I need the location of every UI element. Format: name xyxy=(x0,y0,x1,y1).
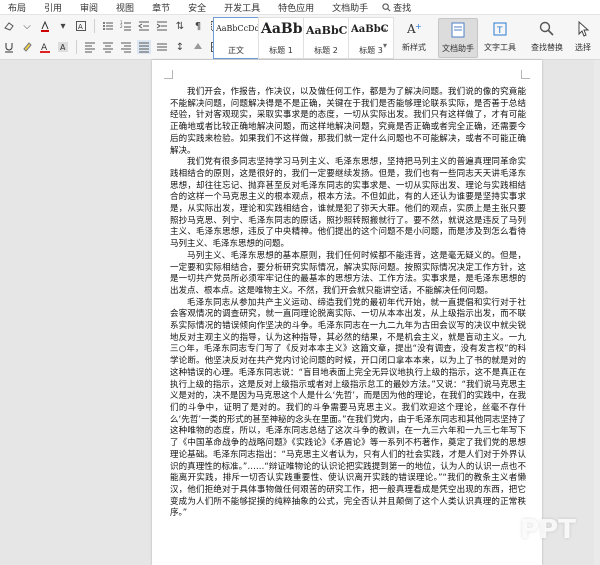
search-icon xyxy=(382,2,391,11)
style-heading-1[interactable]: AaBb 标题 1 xyxy=(258,17,304,59)
select-button[interactable]: 选择 xyxy=(569,18,597,56)
select-cursor-icon xyxy=(572,18,594,40)
shading-icon[interactable] xyxy=(191,40,205,54)
text-tools-button[interactable]: T 文字工具 xyxy=(480,18,520,56)
menu-view[interactable]: 视图 xyxy=(116,1,134,14)
bullet-list-icon[interactable] xyxy=(101,19,115,33)
text-tools-label: 文字工具 xyxy=(484,43,516,52)
char-border-icon[interactable]: A xyxy=(74,19,88,33)
char-shading-icon[interactable]: A xyxy=(56,40,70,54)
style-heading-2[interactable]: AaBbC 标题 2 xyxy=(303,17,349,59)
menu-bar: 布局 引用 审阅 视图 章节 安全 开发工具 特色应用 文档助手 查找 xyxy=(0,0,600,15)
watermark-logo: PPT xyxy=(520,515,576,545)
document-page[interactable]: 我们开会，作报告，作决议，以及做任何工作，都是为了解决问题。我们说的像的究竟能不… xyxy=(152,60,542,565)
doc-assistant-button[interactable]: 文档助手 xyxy=(438,18,478,58)
eraser-icon[interactable] xyxy=(2,19,16,33)
new-style-label: 新样式 xyxy=(402,43,426,52)
select-label: 选择 xyxy=(575,43,591,52)
menu-developer[interactable]: 开发工具 xyxy=(224,1,260,14)
paragraph: 我们党有很多同志坚持学习马列主义、毛泽东思想，坚持把马列主义的普遍真理同革命实践… xyxy=(170,157,526,250)
menu-search[interactable]: 查找 xyxy=(382,1,411,14)
menu-review[interactable]: 审阅 xyxy=(80,1,98,14)
margin-corner-top-left xyxy=(164,70,173,79)
new-style-button[interactable]: A + 新样式 xyxy=(397,18,431,56)
new-style-icon: A + xyxy=(403,18,425,40)
menu-doc-assistant[interactable]: 文档助手 xyxy=(332,1,368,14)
vertical-scrollbar[interactable] xyxy=(594,60,600,565)
doc-assistant-icon xyxy=(447,19,469,41)
svg-text:2: 2 xyxy=(120,24,123,29)
menu-security[interactable]: 安全 xyxy=(188,1,206,14)
font-color-icon[interactable]: A xyxy=(38,40,52,54)
text-tools-icon: T xyxy=(489,18,511,40)
sort-icon[interactable]: ⇅ xyxy=(173,19,187,33)
doc-assistant-label: 文档助手 xyxy=(442,44,474,53)
style-scroll-down-icon[interactable]: ▾ xyxy=(383,41,387,50)
underline-icon[interactable] xyxy=(2,40,16,54)
menu-section[interactable]: 章节 xyxy=(152,1,170,14)
menu-layout[interactable]: 布局 xyxy=(8,1,26,14)
find-replace-icon xyxy=(536,18,558,40)
document-body[interactable]: 我们开会，作报告，作决议，以及做任何工作，都是为了解决问题。我们说的像的究竟能不… xyxy=(170,87,526,520)
align-left-icon[interactable] xyxy=(83,40,97,54)
style-scroll-up-icon[interactable]: ▴ xyxy=(383,25,387,34)
menu-features[interactable]: 特色应用 xyxy=(278,1,314,14)
dropdown-icon[interactable]: ▾ xyxy=(56,19,70,33)
text-color-icon[interactable] xyxy=(38,19,52,33)
svg-text:A: A xyxy=(78,23,83,31)
svg-text:A: A xyxy=(60,43,66,52)
find-replace-button[interactable]: 查找替换 xyxy=(529,18,565,56)
numbered-list-icon[interactable]: 12 xyxy=(119,19,133,33)
align-right-icon[interactable] xyxy=(119,40,133,54)
margin-corner-top-right xyxy=(521,70,530,79)
paragraph: 我们开会，作报告，作决议，以及做任何工作，都是为了解决问题。我们说的像的究竟能不… xyxy=(170,87,526,156)
search-label: 查找 xyxy=(393,3,412,14)
svg-text:+: + xyxy=(415,22,422,31)
find-replace-label: 查找替换 xyxy=(531,43,563,52)
increase-indent-icon[interactable] xyxy=(155,19,169,33)
svg-text:T: T xyxy=(496,26,503,36)
paragraph: 毛泽东同志从参加共产主义运动、缔造我们党的最初年代开始，就一直提倡和实行对于社会… xyxy=(170,297,526,519)
decrease-indent-icon[interactable] xyxy=(137,19,151,33)
style-normal[interactable]: AaBbCcDd 正文 xyxy=(213,17,260,59)
format-painter-icon[interactable]: ⌵ xyxy=(20,19,34,33)
style-heading-3[interactable]: AaBbC 标题 3 xyxy=(348,17,394,59)
ribbon: ⌵ ▾ A 12 ⇅ ¶ A A ↕ AaBbCcDd 正文 AaBb 标题 1 xyxy=(0,15,600,60)
line-spacing-icon[interactable]: ↕ xyxy=(173,40,187,54)
highlight-icon[interactable] xyxy=(20,40,34,54)
show-marks-icon[interactable]: ¶ xyxy=(191,19,205,33)
justify-icon[interactable] xyxy=(137,40,151,54)
distribute-icon[interactable] xyxy=(155,40,169,54)
menu-references[interactable]: 引用 xyxy=(44,1,62,14)
align-center-icon[interactable] xyxy=(101,40,115,54)
paragraph: 马列主义、毛泽东思想的基本原则，我们任何时候都不能违背，这是毫无疑义的。但是，一… xyxy=(170,250,526,296)
